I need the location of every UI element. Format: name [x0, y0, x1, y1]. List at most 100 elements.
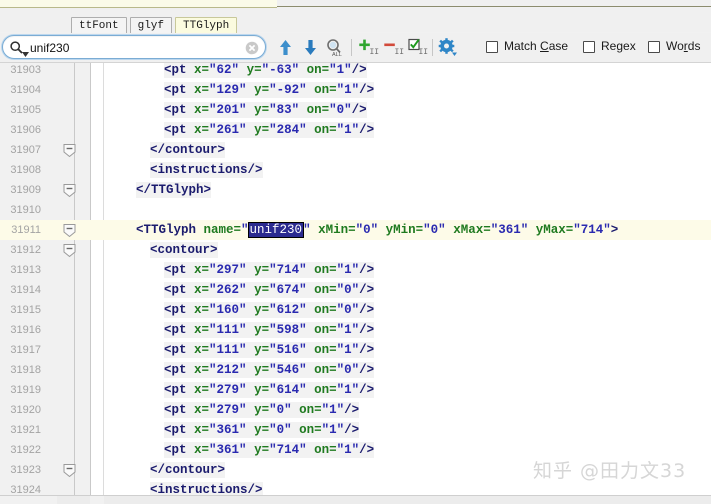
code-line[interactable]: 31903 <pt x="62" y="-63" on="1"/> — [0, 63, 711, 80]
fold-toggle-icon[interactable] — [62, 143, 77, 158]
code-token: "1" — [321, 403, 345, 417]
code-line[interactable]: 31921 <pt x="361" y="0" on="1"/> — [0, 420, 711, 440]
toggle-bookmark-button[interactable]: II — [407, 37, 428, 58]
match-case-checkbox-box[interactable] — [486, 40, 498, 53]
code-line[interactable]: 31913 <pt x="297" y="714" on="1"/> — [0, 260, 711, 280]
code-line[interactable]: 31912 <contour> — [0, 240, 711, 260]
code-text[interactable]: <pt x="160" y="612" on="0"/> — [164, 300, 375, 320]
code-text[interactable]: <pt x="361" y="714" on="1"/> — [164, 440, 375, 460]
code-line[interactable]: 31916 <pt x="111" y="598" on="1"/> — [0, 320, 711, 340]
code-text[interactable]: <pt x="262" y="674" on="0"/> — [164, 280, 375, 300]
code-token: "111" — [209, 323, 247, 337]
code-text[interactable]: <instructions/> — [150, 160, 263, 180]
code-text[interactable]: </contour> — [150, 140, 226, 160]
code-line[interactable]: 31904 <pt x="129" y="-92" on="1"/> — [0, 80, 711, 100]
regex-checkbox[interactable]: Regex — [583, 40, 636, 53]
code-text[interactable]: <pt x="212" y="546" on="0"/> — [164, 360, 375, 380]
code-line[interactable]: 31909 </TTGlyph> — [0, 180, 711, 200]
code-text[interactable]: </contour> — [150, 460, 226, 480]
code-token: y= — [254, 443, 270, 457]
code-token: <pt — [164, 83, 195, 97]
code-token: "279" — [209, 403, 247, 417]
code-token: <pt — [164, 323, 195, 337]
code-segment: <TTGlyph name="unif230" xMin="0" yMin="0… — [136, 222, 618, 238]
code-token: x= — [194, 443, 210, 457]
words-checkbox[interactable]: Words — [648, 40, 700, 53]
selected-text: unif230 — [247, 222, 305, 238]
code-token: <pt — [164, 423, 195, 437]
match-case-checkbox[interactable]: Match Case — [486, 40, 568, 53]
code-token: on= — [314, 83, 337, 97]
code-text[interactable]: <TTGlyph name="unif230" xMin="0" yMin="0… — [136, 220, 618, 240]
words-checkbox-box[interactable] — [648, 40, 660, 53]
code-text[interactable]: <pt x="111" y="516" on="1"/> — [164, 340, 375, 360]
fold-toggle-icon[interactable] — [62, 463, 77, 478]
code-line[interactable]: 31920 <pt x="279" y="0" on="1"/> — [0, 400, 711, 420]
search-input[interactable]: unif230 — [2, 35, 266, 59]
code-text[interactable]: <pt x="279" y="0" on="1"/> — [164, 400, 360, 420]
code-line[interactable]: 31914 <pt x="262" y="674" on="0"/> — [0, 280, 711, 300]
code-segment: <pt x="129" y="-92" on="1"/> — [164, 82, 375, 98]
code-token: "714" — [269, 263, 307, 277]
find-previous-button[interactable] — [275, 37, 296, 58]
code-token: on= — [306, 63, 330, 77]
line-number: 31916 — [10, 324, 41, 336]
code-token: "-92" — [269, 83, 307, 97]
code-token: <pt — [164, 403, 195, 417]
code-token: "361" — [209, 423, 247, 437]
clear-icon[interactable] — [245, 41, 259, 55]
code-token: /> — [359, 123, 375, 137]
code-text[interactable]: <contour> — [150, 240, 218, 260]
code-text[interactable]: <pt x="62" y="-63" on="1"/> — [164, 63, 367, 80]
code-line[interactable]: 31906 <pt x="261" y="284" on="1"/> — [0, 120, 711, 140]
code-text[interactable]: <pt x="361" y="0" on="1"/> — [164, 420, 360, 440]
code-line[interactable]: 31905 <pt x="201" y="83" on="0"/> — [0, 100, 711, 120]
code-line[interactable]: 31915 <pt x="160" y="612" on="0"/> — [0, 300, 711, 320]
code-line[interactable]: 31911 <TTGlyph name="unif230" xMin="0" yM… — [0, 220, 711, 240]
add-bookmark-button[interactable]: II — [358, 37, 379, 58]
code-token: y= — [254, 283, 270, 297]
code-lines[interactable]: 31903 <pt x="62" y="-63" on="1"/> 31904 <pt… — [0, 63, 711, 495]
words-checkbox-label: Words — [666, 39, 701, 53]
code-text[interactable]: <pt x="201" y="83" on="0"/> — [164, 100, 367, 120]
code-token: y= — [254, 363, 270, 377]
code-line[interactable]: 31910 — [0, 200, 711, 220]
code-line[interactable]: 31908 <instructions/> — [0, 160, 711, 180]
code-line[interactable]: 31907 </contour> — [0, 140, 711, 160]
code-token: "714" — [573, 223, 611, 237]
code-token: "0" — [423, 223, 446, 237]
code-token: <pt — [164, 103, 195, 117]
fold-toggle-icon[interactable] — [62, 223, 77, 238]
regex-checkbox-box[interactable] — [583, 40, 595, 53]
code-line[interactable]: 31917 <pt x="111" y="516" on="1"/> — [0, 340, 711, 360]
code-line[interactable]: 31918 <pt x="212" y="546" on="0"/> — [0, 360, 711, 380]
code-text[interactable]: <pt x="111" y="598" on="1"/> — [164, 320, 375, 340]
code-text[interactable]: <pt x="129" y="-92" on="1"/> — [164, 80, 375, 100]
code-text[interactable]: <instructions/> — [150, 480, 263, 495]
code-text[interactable]: <pt x="261" y="284" on="1"/> — [164, 120, 375, 140]
code-token: on= — [314, 283, 337, 297]
code-text[interactable]: <pt x="279" y="614" on="1"/> — [164, 380, 375, 400]
code-token: "111" — [209, 343, 247, 357]
code-token: xMax= — [453, 223, 491, 237]
line-number: 31918 — [10, 364, 41, 376]
fold-toggle-icon[interactable] — [62, 243, 77, 258]
fold-toggle-icon[interactable] — [62, 183, 77, 198]
remove-bookmark-button[interactable]: II — [383, 37, 404, 58]
code-token: "0" — [269, 423, 292, 437]
code-line[interactable]: 31919 <pt x="279" y="614" on="1"/> — [0, 380, 711, 400]
code-text[interactable]: </TTGlyph> — [136, 180, 212, 200]
code-editor[interactable]: 31903 <pt x="62" y="-63" on="1"/> 31904 <pt… — [0, 63, 711, 495]
find-next-button[interactable] — [300, 37, 321, 58]
code-text[interactable]: <pt x="297" y="714" on="1"/> — [164, 260, 375, 280]
find-all-button[interactable]: ALL — [324, 37, 345, 58]
chevron-down-icon[interactable] — [22, 44, 29, 62]
search-options-button[interactable] — [437, 37, 458, 58]
search-input-value[interactable]: unif230 — [30, 40, 240, 56]
code-token: "279" — [209, 383, 247, 397]
code-token: </contour> — [150, 143, 226, 157]
